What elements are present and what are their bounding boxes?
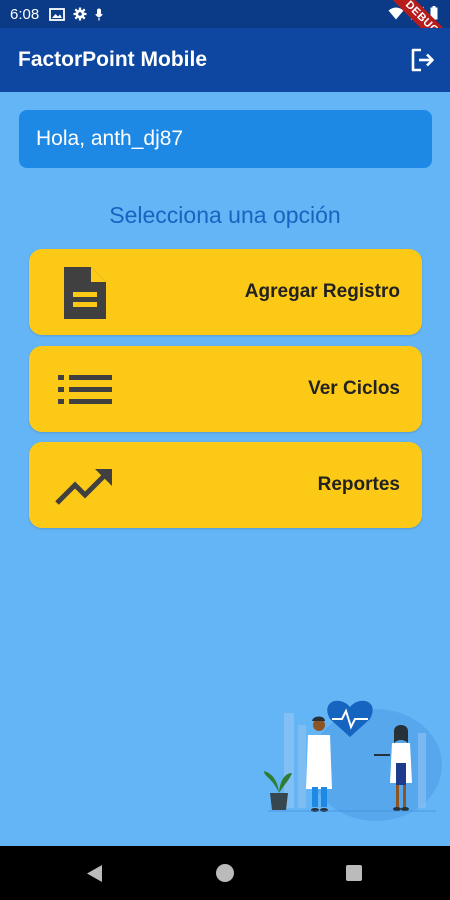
status-bar: 6:08 DEBUG [0,0,450,60]
system-nav-bar [0,846,450,900]
logout-icon [411,48,434,72]
trending-up-icon [55,469,112,505]
gear-icon [73,7,87,21]
option-label-add-record: Agregar Registro [244,281,400,302]
photo-icon [49,7,66,21]
reports-button[interactable]: Reportes [29,442,422,528]
greeting-card: Hola, anth_dj87 [19,110,432,168]
back-icon[interactable] [86,864,103,883]
home-icon[interactable] [216,864,234,882]
view-cycles-button[interactable]: Ver Ciclos [29,346,422,432]
app-title: FactorPoint Mobile [18,48,207,71]
section-subtitle: Selecciona una opción [109,202,341,228]
status-icons [49,7,103,21]
document-icon [64,267,106,319]
app-bar: FactorPoint Mobile [0,28,450,92]
mic-icon [95,8,103,20]
greeting-text: Hola, anth_dj87 [36,127,184,150]
doctors-illustration [264,700,442,821]
list-icon [58,375,112,404]
option-label-view-cycles: Ver Ciclos [308,378,400,399]
logout-button[interactable] [410,47,436,73]
add-record-button[interactable]: Agregar Registro [29,249,422,335]
recent-apps-icon[interactable] [346,865,362,881]
status-time: 6:08 [10,5,40,23]
option-label-reports: Reportes [317,474,400,495]
